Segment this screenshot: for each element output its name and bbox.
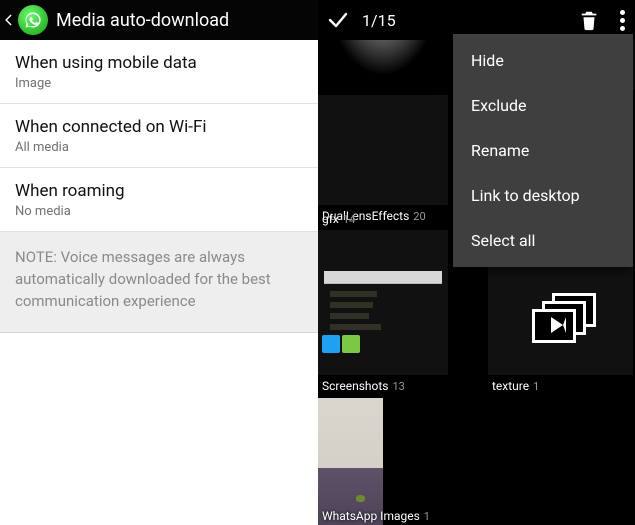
album-count: 14 — [343, 213, 355, 226]
twitter-badge-icon — [322, 335, 340, 353]
album-count: 1 — [533, 380, 539, 393]
menu-exclude[interactable]: Exclude — [453, 83, 633, 128]
setting-wifi[interactable]: When connected on Wi-Fi All media — [0, 104, 318, 168]
setting-subtitle: No media — [15, 204, 303, 219]
setting-subtitle: Image — [15, 76, 303, 91]
gallery-pane: 1/15 RADIO ROMANCE — [318, 0, 635, 525]
album-texture[interactable]: texture 1 — [488, 265, 633, 395]
album-duallens[interactable]: DualLensEffects20 — [318, 95, 448, 225]
album-count: 1 — [424, 510, 430, 523]
setting-mobile-data[interactable]: When using mobile data Image — [0, 40, 318, 104]
setting-subtitle: All media — [15, 140, 303, 155]
menu-select-all[interactable]: Select all — [453, 218, 633, 263]
settings-note: NOTE: Voice messages are always automati… — [0, 232, 318, 333]
menu-link-desktop[interactable]: Link to desktop — [453, 173, 633, 218]
album-whatsapp-images[interactable]: WhatsApp Images 1 — [318, 398, 448, 525]
setting-title: When using mobile data — [15, 52, 303, 74]
setting-title: When connected on Wi-Fi — [15, 116, 303, 138]
video-stack-icon — [526, 293, 596, 348]
album-name: gfx — [322, 212, 339, 226]
album-count: 13 — [392, 380, 404, 393]
menu-hide[interactable]: Hide — [453, 38, 633, 83]
page-title: Media auto-download — [56, 10, 229, 31]
selection-counter: 1/15 — [362, 11, 396, 30]
setting-roaming[interactable]: When roaming No media — [0, 168, 318, 232]
setting-title: When roaming — [15, 180, 303, 202]
whatsapp-header: Media auto-download — [0, 0, 318, 40]
album-name: WhatsApp Images — [322, 509, 420, 523]
share-badge-icon — [342, 335, 360, 353]
menu-rename[interactable]: Rename — [453, 128, 633, 173]
context-menu: Hide Exclude Rename Link to desktop Sele… — [453, 34, 633, 267]
album-name: Screenshots — [322, 379, 388, 393]
album-name: texture — [492, 379, 529, 393]
album-screenshots[interactable]: Screenshots 13 — [318, 265, 448, 395]
empty-area — [0, 333, 318, 525]
whatsapp-settings-pane: Media auto-download When using mobile da… — [0, 0, 318, 525]
back-icon[interactable] — [0, 0, 18, 40]
album-count: 20 — [413, 210, 425, 223]
whatsapp-logo-icon[interactable] — [18, 5, 48, 35]
settings-list: When using mobile data Image When connec… — [0, 40, 318, 333]
done-icon[interactable] — [318, 0, 358, 40]
